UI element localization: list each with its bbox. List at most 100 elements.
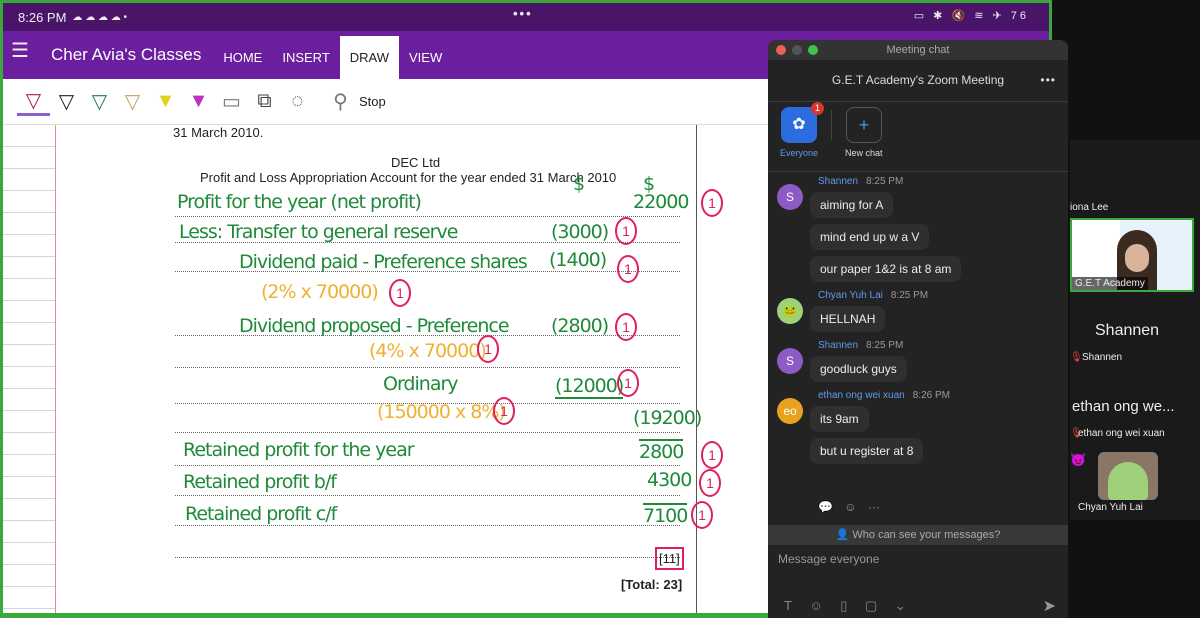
message-bubble[interactable]: but u register at 8 bbox=[810, 438, 924, 464]
amount-profit: 22000 bbox=[633, 191, 689, 213]
dotted-line bbox=[175, 216, 680, 217]
message-meta: Chyan Yuh Lai 8:25 PM bbox=[818, 290, 1068, 304]
message-input[interactable]: Message everyone bbox=[778, 552, 879, 566]
page-border bbox=[696, 125, 697, 613]
dollar-col1: $ bbox=[573, 173, 585, 195]
minimize-icon[interactable] bbox=[792, 45, 802, 55]
shapes-icon[interactable]: ⧉ bbox=[248, 90, 281, 113]
working-3: (150000 x 8%) bbox=[377, 401, 506, 423]
notebook-title: Cher Avia's Classes bbox=[51, 45, 202, 64]
hw-line-div-proposed: Dividend proposed - Preference bbox=[239, 315, 510, 337]
video-label: G.E.T Academy bbox=[1072, 277, 1148, 290]
system-icons: ▭ ✱ 🔇 ≋ ✈ 76 bbox=[913, 10, 1029, 22]
amount-div-pref: (2800) bbox=[551, 315, 609, 337]
pen-red-icon[interactable]: ▽ bbox=[17, 88, 50, 116]
mark-circle: 1 bbox=[493, 397, 515, 425]
send-icon[interactable]: ➤ bbox=[1043, 596, 1056, 616]
video-tile[interactable]: G.E.T Academy bbox=[1070, 218, 1194, 292]
who-can-see-banner[interactable]: 👤 Who can see your messages? bbox=[768, 525, 1068, 545]
sender-name[interactable]: Shannen bbox=[818, 176, 858, 187]
mark-circle: 1 bbox=[617, 369, 639, 397]
tab-draw[interactable]: DRAW bbox=[339, 36, 400, 79]
avatar-frog bbox=[1098, 452, 1158, 500]
amount-retained-cf: 7100 bbox=[643, 503, 688, 527]
sender-name[interactable]: Shannen bbox=[818, 340, 858, 351]
avatar[interactable]: 🐸 bbox=[777, 298, 803, 324]
mark-circle: 1 bbox=[701, 189, 723, 217]
participants-panel: iona Lee G.E.T Academy Shannen 🎙 Shannen… bbox=[1070, 140, 1200, 520]
status-bar: 8:26 PM ☁ ☁ ☁ ☁ • ••• ▭ ✱ 🔇 ≋ ✈ 76 bbox=[3, 3, 1049, 31]
message-bubble[interactable]: mind end up w a V bbox=[810, 224, 930, 250]
message-bubble[interactable]: our paper 1&2 is at 8 am bbox=[810, 256, 962, 282]
format-toolbar[interactable]: T ☺ ▯ ▢ ⌄ bbox=[784, 598, 906, 614]
meeting-chat-window: Meeting chat G.E.T Academy's Zoom Meetin… bbox=[768, 40, 1068, 618]
working-1: (2% x 70000) bbox=[261, 281, 379, 303]
message-meta: ethan ong wei xuan 8:26 PM bbox=[818, 390, 1068, 404]
chat-header: G.E.T Academy's Zoom Meeting ••• bbox=[768, 60, 1068, 102]
lasso-add-icon[interactable]: ◌ bbox=[281, 90, 314, 113]
reaction-emoji: 😈 bbox=[1070, 452, 1087, 467]
message-bubble[interactable]: its 9am bbox=[810, 406, 869, 432]
dotted-line bbox=[175, 525, 680, 526]
avatar[interactable]: eo bbox=[777, 398, 803, 424]
message-bubble[interactable]: HELLNAH bbox=[810, 306, 886, 332]
hw-line-retained-year: Retained profit for the year bbox=[183, 439, 415, 461]
zoom-window-icon[interactable] bbox=[808, 45, 818, 55]
ruled-margin bbox=[3, 125, 55, 613]
close-icon[interactable] bbox=[776, 45, 786, 55]
total-marks: [Total: 23] bbox=[621, 577, 683, 592]
message-actions[interactable]: 💬 ☺ ··· bbox=[818, 500, 880, 514]
dotted-line bbox=[175, 367, 680, 368]
hw-line-retained-cf: Retained profit c/f bbox=[185, 503, 337, 525]
participant-name: iona Lee bbox=[1070, 202, 1109, 213]
ink-stop-icon[interactable]: ⚲ bbox=[324, 89, 357, 114]
message-time: 8:25 PM bbox=[866, 176, 904, 187]
who-can-see-text: Who can see your messages? bbox=[852, 529, 1001, 541]
sender-name[interactable]: Chyan Yuh Lai bbox=[818, 290, 883, 301]
avatar[interactable]: S bbox=[777, 348, 803, 374]
pen-black-icon[interactable]: ▽ bbox=[50, 89, 83, 114]
message-group: Shannen 8:25 PM Saiming for A mind end up w… bbox=[768, 176, 1068, 286]
eraser-icon[interactable]: ▭ bbox=[215, 89, 248, 114]
tab-home[interactable]: HOME bbox=[213, 50, 272, 79]
new-chat-button[interactable]: + bbox=[846, 107, 882, 143]
hw-line-div-paid: Dividend paid - Preference shares bbox=[239, 251, 528, 273]
chat-titlebar: Meeting chat bbox=[768, 40, 1068, 60]
mark-circle: 1 bbox=[699, 469, 721, 497]
menu-icon[interactable]: ☰ bbox=[11, 41, 31, 61]
mark-circle: 1 bbox=[615, 217, 637, 245]
stop-button[interactable]: Stop bbox=[359, 94, 386, 109]
sender-name[interactable]: ethan ong wei xuan bbox=[818, 390, 905, 401]
mark-circle: 1 bbox=[617, 255, 639, 283]
mark-circle: 1 bbox=[701, 441, 723, 469]
amount-total-appr: (19200) bbox=[633, 407, 702, 429]
message-bubble[interactable]: goodluck guys bbox=[810, 356, 907, 382]
notification-icons: ☁ ☁ ☁ ☁ • bbox=[72, 11, 128, 23]
highlighter-yellow-icon[interactable]: ▼ bbox=[149, 90, 182, 113]
highlighter-purple-icon[interactable]: ▼ bbox=[182, 90, 215, 113]
chat-tabs: ✿ 1 Everyone + New chat bbox=[768, 102, 1068, 172]
tab-view[interactable]: VIEW bbox=[399, 50, 452, 79]
pen-yellow-icon[interactable]: ▽ bbox=[116, 89, 149, 114]
more-dots[interactable]: ••• bbox=[513, 6, 533, 21]
meeting-name: G.E.T Academy's Zoom Meeting bbox=[831, 73, 1005, 87]
avatar[interactable]: S bbox=[777, 184, 803, 210]
participant-name: Shannen bbox=[1082, 352, 1123, 363]
message-time: 8:25 PM bbox=[890, 290, 929, 301]
hw-line-profit: Profit for the year (net profit) bbox=[177, 191, 422, 213]
message-time: 8:25 PM bbox=[866, 340, 904, 351]
chat-window-title: Meeting chat bbox=[886, 44, 950, 56]
mark-circle: 1 bbox=[477, 335, 499, 363]
dotted-line bbox=[175, 432, 680, 433]
working-2: (4% x 70000) bbox=[369, 340, 487, 362]
account-heading: Profit and Loss Appropriation Account fo… bbox=[200, 170, 617, 185]
dotted-line bbox=[175, 495, 680, 496]
participant-big-name: ethan ong we... bbox=[1072, 398, 1175, 415]
participant-name: Chyan Yuh Lai bbox=[1078, 502, 1143, 513]
message-bubble[interactable]: aiming for A bbox=[810, 192, 894, 218]
pen-green-icon[interactable]: ▽ bbox=[83, 89, 116, 114]
more-options-button[interactable]: ••• bbox=[1040, 60, 1056, 100]
tab-insert[interactable]: INSERT bbox=[272, 50, 339, 79]
amount-retained-year: 2800 bbox=[639, 439, 684, 463]
mark-circle: 1 bbox=[389, 279, 411, 307]
